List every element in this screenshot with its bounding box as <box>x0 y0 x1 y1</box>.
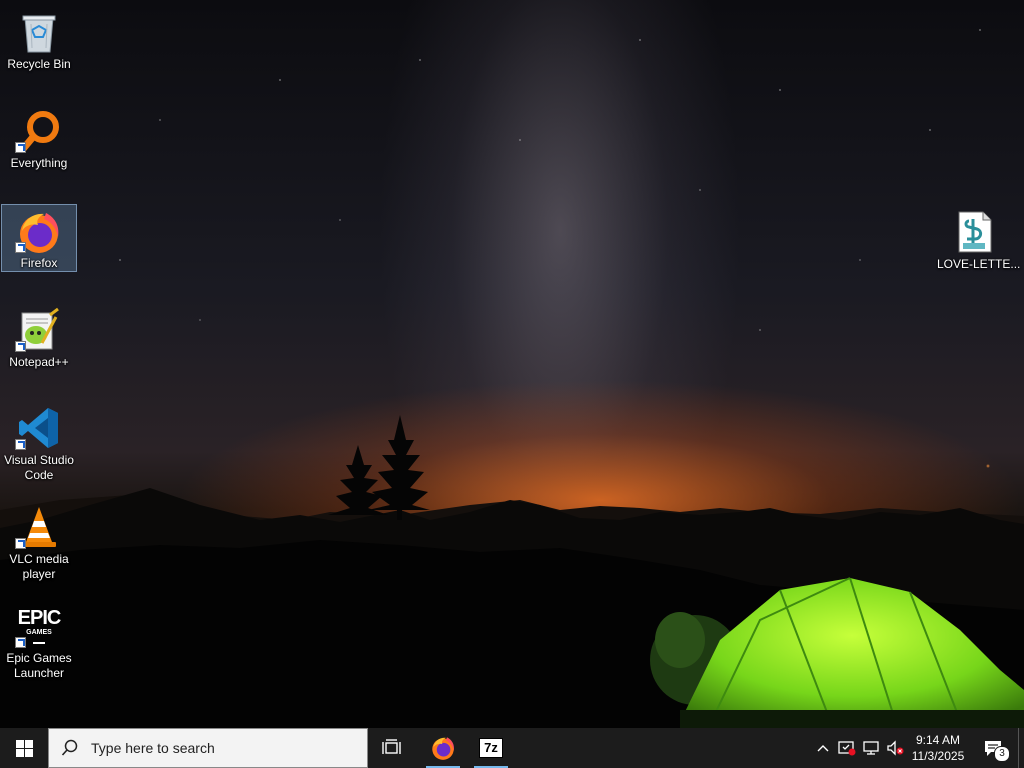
desktop-icon-love-letter[interactable]: LOVE-LETTE... <box>937 204 1021 272</box>
desktop-icon-label: Everything <box>10 156 68 170</box>
script-file-icon <box>951 208 999 256</box>
taskbar-app-firefox[interactable] <box>422 728 464 768</box>
vscode-icon <box>15 404 63 452</box>
search-icon <box>61 739 78 756</box>
desktop[interactable]: Recycle Bin Everything Firefox Notepad++… <box>0 0 1024 728</box>
recycle-bin-icon <box>15 8 63 56</box>
desktop-icon-firefox[interactable]: Firefox <box>1 204 77 272</box>
network-icon <box>863 741 879 755</box>
desktop-icon-vlc[interactable]: VLC media player <box>1 499 77 583</box>
vlc-cone-icon <box>15 503 63 551</box>
notepad-plus-plus-icon <box>15 306 63 354</box>
games-logo-text: GAMES <box>26 629 52 636</box>
shortcut-arrow-icon <box>15 538 26 549</box>
epic-games-logo-icon: EPIC GAMES <box>15 602 63 650</box>
notification-count-badge: 3 <box>994 746 1010 762</box>
shortcut-arrow-icon <box>15 142 26 153</box>
start-button[interactable] <box>0 728 48 768</box>
7zip-icon: 7z <box>479 738 503 758</box>
shortcut-arrow-icon <box>15 637 26 648</box>
desktop-icon-label-line1: Epic Games <box>6 651 72 665</box>
show-desktop-button[interactable] <box>1018 728 1019 768</box>
desktop-icon-label-line1: Visual Studio <box>4 453 74 467</box>
desktop-icon-label: Firefox <box>20 256 58 270</box>
desktop-icon-label: Recycle Bin <box>7 57 71 71</box>
desktop-icon-label: Notepad++ <box>9 355 69 369</box>
shortcut-arrow-icon <box>15 439 26 450</box>
desktop-icon-label-line2: Launcher <box>13 666 65 680</box>
desktop-icon-everything[interactable]: Everything <box>1 103 77 171</box>
windows-logo-icon <box>15 739 33 757</box>
tray-security-button[interactable] <box>836 728 858 768</box>
wallpaper-landscape <box>0 415 1024 728</box>
chevron-up-icon <box>817 745 829 752</box>
shortcut-arrow-icon <box>15 341 26 352</box>
epic-logo-text: EPIC <box>17 607 62 629</box>
desktop-icon-notepad-plus-plus[interactable]: Notepad++ <box>1 302 77 370</box>
action-center-button[interactable]: 3 <box>976 728 1010 768</box>
clock-date: 11/3/2025 <box>911 749 965 763</box>
clock-time: 9:14 AM <box>915 733 961 747</box>
task-view-icon <box>382 739 401 754</box>
tray-volume-button[interactable] <box>884 728 906 768</box>
desktop-icon-label-line2: Code <box>24 468 54 482</box>
everything-search-icon <box>15 107 63 155</box>
security-alert-icon <box>838 741 856 756</box>
logo-chevron <box>33 638 45 644</box>
search-placeholder: Type here to search <box>91 740 215 756</box>
taskbar-app-7zip[interactable]: 7z <box>470 728 512 768</box>
volume-muted-icon <box>887 740 904 756</box>
desktop-icon-label: LOVE-LETTE... <box>937 257 1021 271</box>
firefox-icon <box>15 209 63 255</box>
taskbar: Type here to search 7z 9:14 AM 11/3/2025… <box>0 728 1024 768</box>
desktop-icon-label-line1: VLC media <box>9 552 69 566</box>
desktop-icon-label-line2: player <box>22 567 56 581</box>
desktop-icon-recycle-bin[interactable]: Recycle Bin <box>1 4 77 72</box>
tray-clock[interactable]: 9:14 AM 11/3/2025 <box>906 728 970 768</box>
task-view-button[interactable] <box>370 728 414 768</box>
firefox-icon <box>432 737 454 760</box>
tray-network-button[interactable] <box>860 728 882 768</box>
show-hidden-icons-button[interactable] <box>812 728 834 768</box>
taskbar-search-box[interactable]: Type here to search <box>48 728 368 768</box>
desktop-icon-epic-games-launcher[interactable]: EPIC GAMES Epic Games Launcher <box>1 598 77 682</box>
shortcut-arrow-icon <box>15 242 26 253</box>
desktop-icon-visual-studio-code[interactable]: Visual Studio Code <box>1 400 77 484</box>
